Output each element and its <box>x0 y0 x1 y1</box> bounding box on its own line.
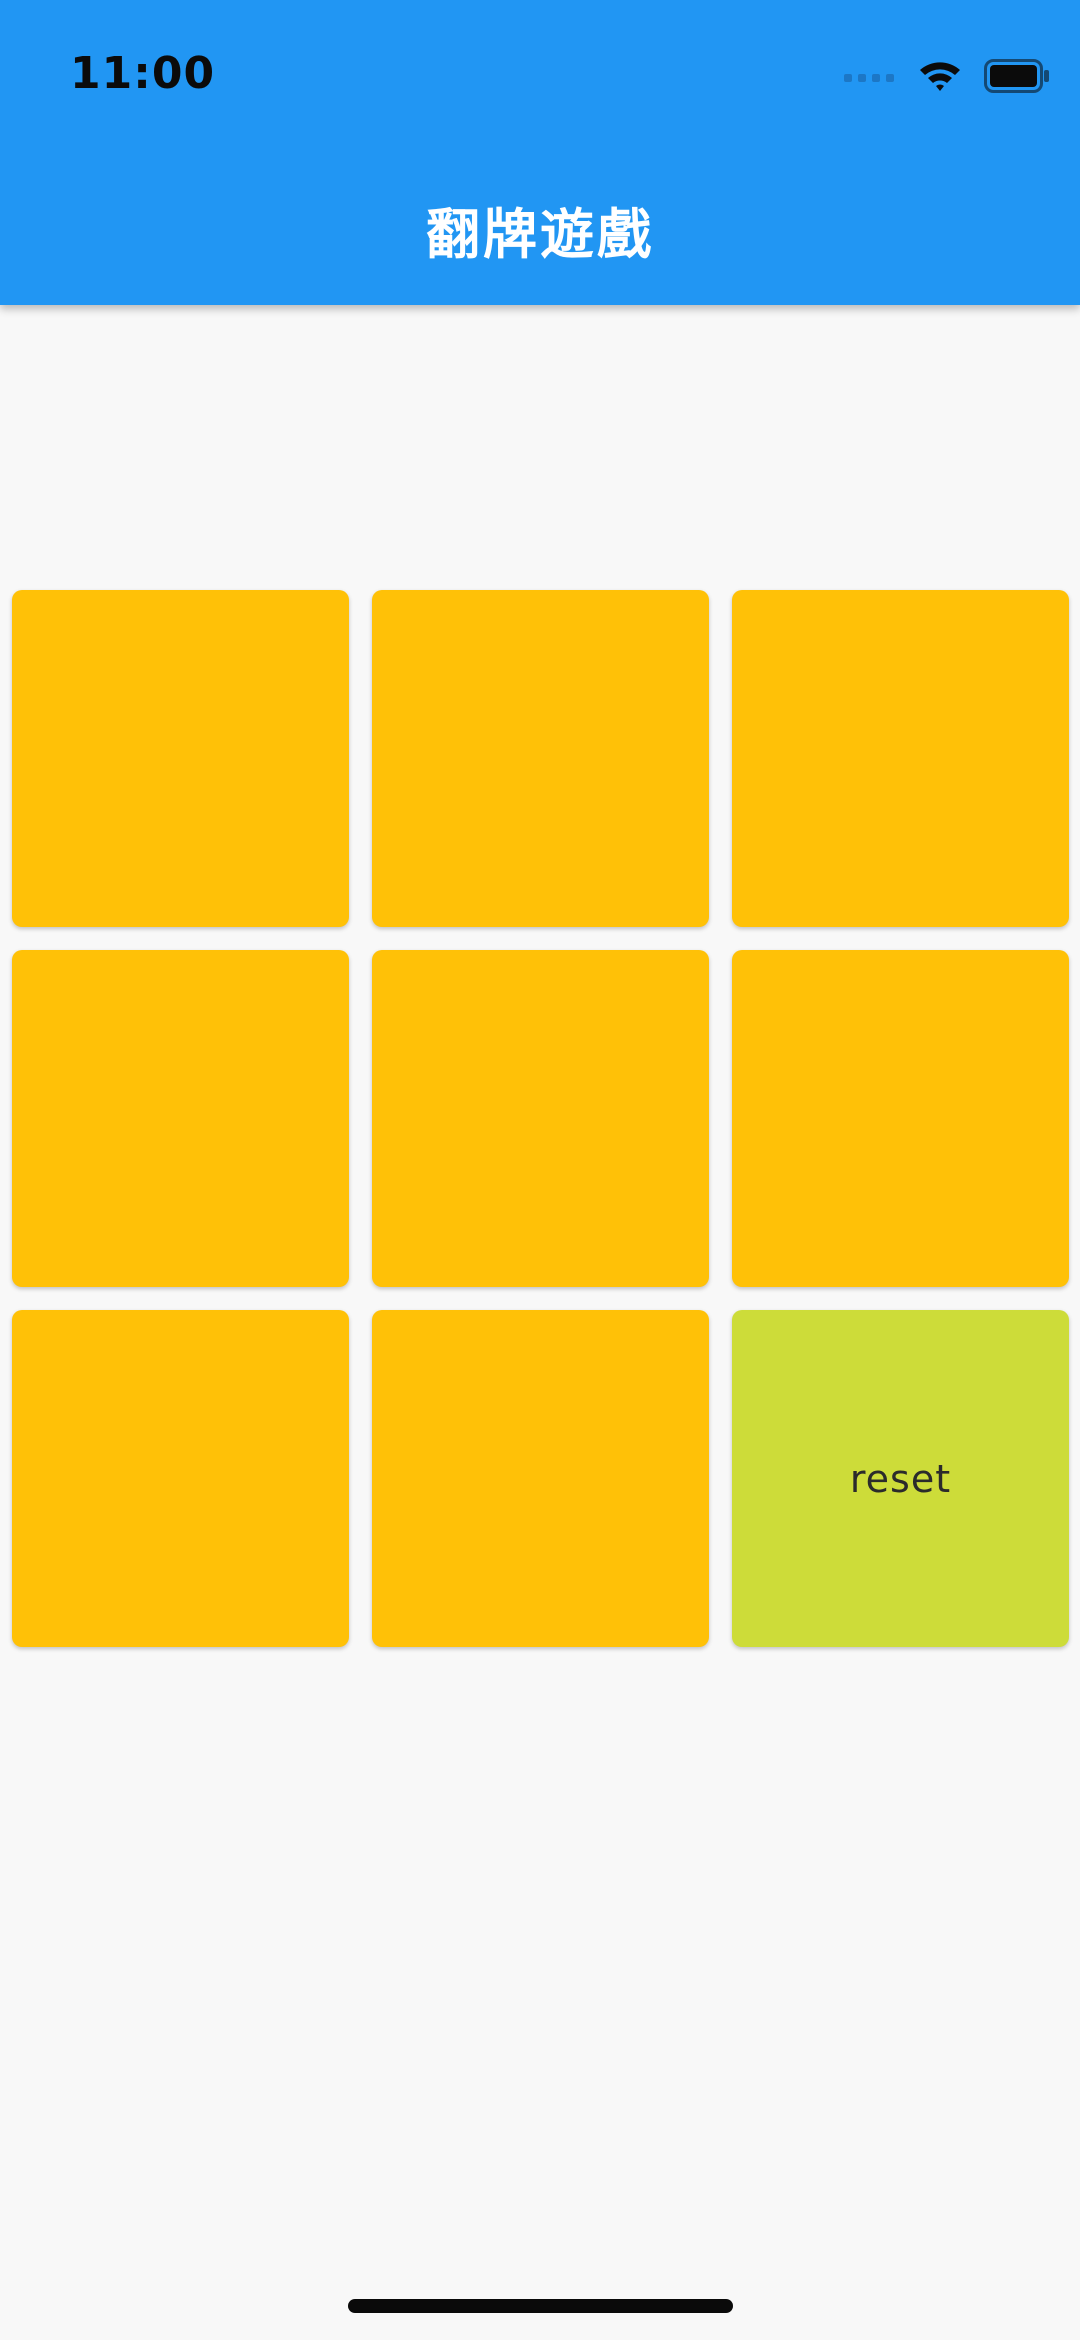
reset-card[interactable]: reset <box>732 1310 1069 1647</box>
page-title: 翻牌遊戲 <box>426 203 654 266</box>
status-bar-time: 11:00 <box>70 48 216 99</box>
home-indicator[interactable] <box>348 2299 733 2313</box>
game-card[interactable] <box>372 950 709 1287</box>
wifi-icon <box>918 59 962 97</box>
app-bar: 11:00 翻牌遊戲 <box>0 0 1080 305</box>
game-card[interactable] <box>12 1310 349 1647</box>
battery-icon <box>984 59 1050 97</box>
game-card[interactable] <box>12 950 349 1287</box>
game-card[interactable] <box>12 590 349 927</box>
card-grid: reset <box>12 590 1070 1647</box>
game-card[interactable] <box>732 950 1069 1287</box>
game-card[interactable] <box>372 1310 709 1647</box>
game-card[interactable] <box>732 590 1069 927</box>
status-bar-icons <box>844 58 1050 98</box>
app-screen: 11:00 翻牌遊戲 reset <box>0 0 1080 2340</box>
game-card[interactable] <box>372 590 709 927</box>
cellular-signal-icon <box>844 69 896 88</box>
card-label: reset <box>849 1456 952 1501</box>
